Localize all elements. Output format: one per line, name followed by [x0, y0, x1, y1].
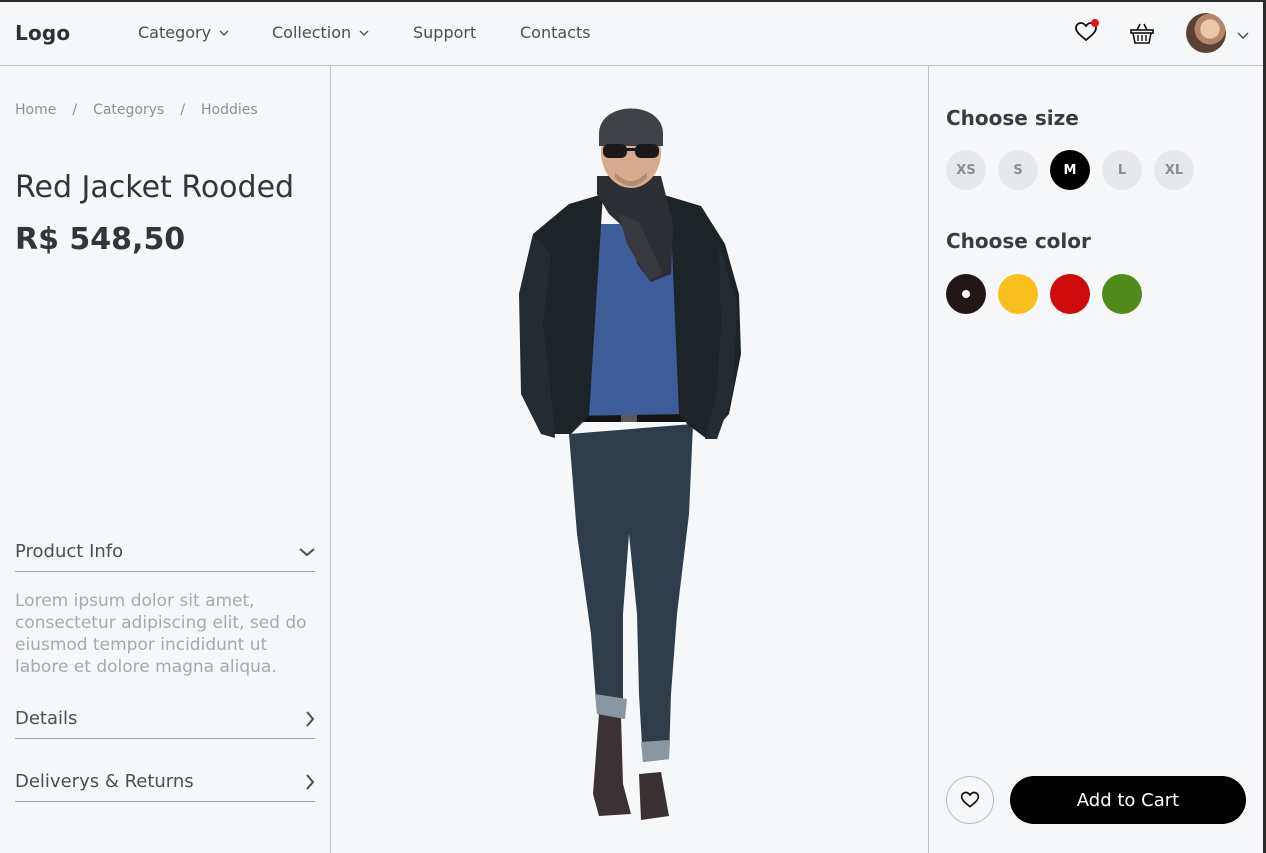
nav-support-label: Support [413, 23, 477, 42]
color-swatch-green[interactable] [1102, 274, 1142, 314]
accordion-product-info[interactable]: Product Info [15, 532, 315, 572]
product-image-panel [331, 66, 929, 853]
breadcrumb-home[interactable]: Home [15, 102, 56, 118]
logo[interactable]: Logo [15, 21, 70, 45]
avatar[interactable] [1186, 13, 1226, 53]
chevron-down-icon [299, 547, 315, 556]
app-window: Logo Category Collection Support Contact… [0, 2, 1263, 853]
product-info-description: Lorem ipsum dolor sit amet, consectetur … [15, 591, 307, 677]
nav-category-label: Category [138, 23, 212, 42]
color-swatch-yellow[interactable] [998, 274, 1038, 314]
breadcrumb-separator: / [180, 102, 186, 118]
nav-support[interactable]: Support [413, 23, 476, 42]
chevron-down-icon [219, 30, 229, 36]
selected-indicator [962, 290, 970, 298]
chevron-right-icon [306, 710, 315, 727]
size-option-s[interactable]: S [998, 150, 1038, 190]
accordion-delivery-returns[interactable]: Deliverys & Returns [15, 762, 315, 802]
breadcrumb: Home / Categorys / Hoddies [15, 102, 258, 118]
product-options-panel: Choose size XS S M L XL Choose color Add… [929, 66, 1263, 853]
chevron-right-icon [306, 773, 315, 790]
breadcrumb-separator: / [72, 102, 78, 118]
chevron-down-icon[interactable] [1237, 30, 1249, 40]
accordion-delivery-label: Deliverys & Returns [15, 771, 194, 792]
add-to-wishlist-button[interactable] [946, 776, 994, 824]
product-price: R$ 548,50 [15, 222, 186, 257]
size-option-xl[interactable]: XL [1154, 150, 1194, 190]
size-option-xs[interactable]: XS [946, 150, 986, 190]
color-swatch-red[interactable] [1050, 274, 1090, 314]
heart-icon [960, 791, 980, 808]
product-title: Red Jacket Rooded [15, 170, 295, 205]
product-image [519, 108, 741, 820]
nav-contacts[interactable]: Contacts [520, 23, 591, 42]
accordion-details-label: Details [15, 708, 78, 729]
choose-size-title: Choose size [946, 106, 1079, 130]
choose-color-title: Choose color [946, 229, 1091, 253]
breadcrumb-category[interactable]: Categorys [93, 102, 164, 118]
size-option-m[interactable]: M [1050, 150, 1090, 190]
nav-collection-label: Collection [272, 23, 352, 42]
nav-category[interactable]: Category [138, 23, 229, 42]
breadcrumb-current[interactable]: Hoddies [201, 102, 258, 118]
chevron-down-icon [359, 30, 369, 36]
accordion-product-info-label: Product Info [15, 541, 124, 562]
size-selector: XS S M L XL [946, 150, 1194, 190]
size-option-l[interactable]: L [1102, 150, 1142, 190]
notification-dot [1091, 19, 1099, 27]
cart-icon-button[interactable] [1129, 20, 1155, 46]
accordion-details[interactable]: Details [15, 699, 315, 739]
wishlist-button[interactable] [1074, 19, 1099, 44]
color-selector [946, 274, 1142, 314]
color-swatch-black[interactable] [946, 274, 986, 314]
add-to-cart-button[interactable]: Add to Cart [1010, 776, 1246, 824]
nav-contacts-label: Contacts [520, 23, 591, 42]
top-header: Logo Category Collection Support Contact… [0, 2, 1263, 66]
product-summary-panel: Home / Categorys / Hoddies Red Jacket Ro… [0, 66, 331, 853]
basket-icon [1130, 23, 1154, 44]
nav-collection[interactable]: Collection [272, 23, 369, 42]
